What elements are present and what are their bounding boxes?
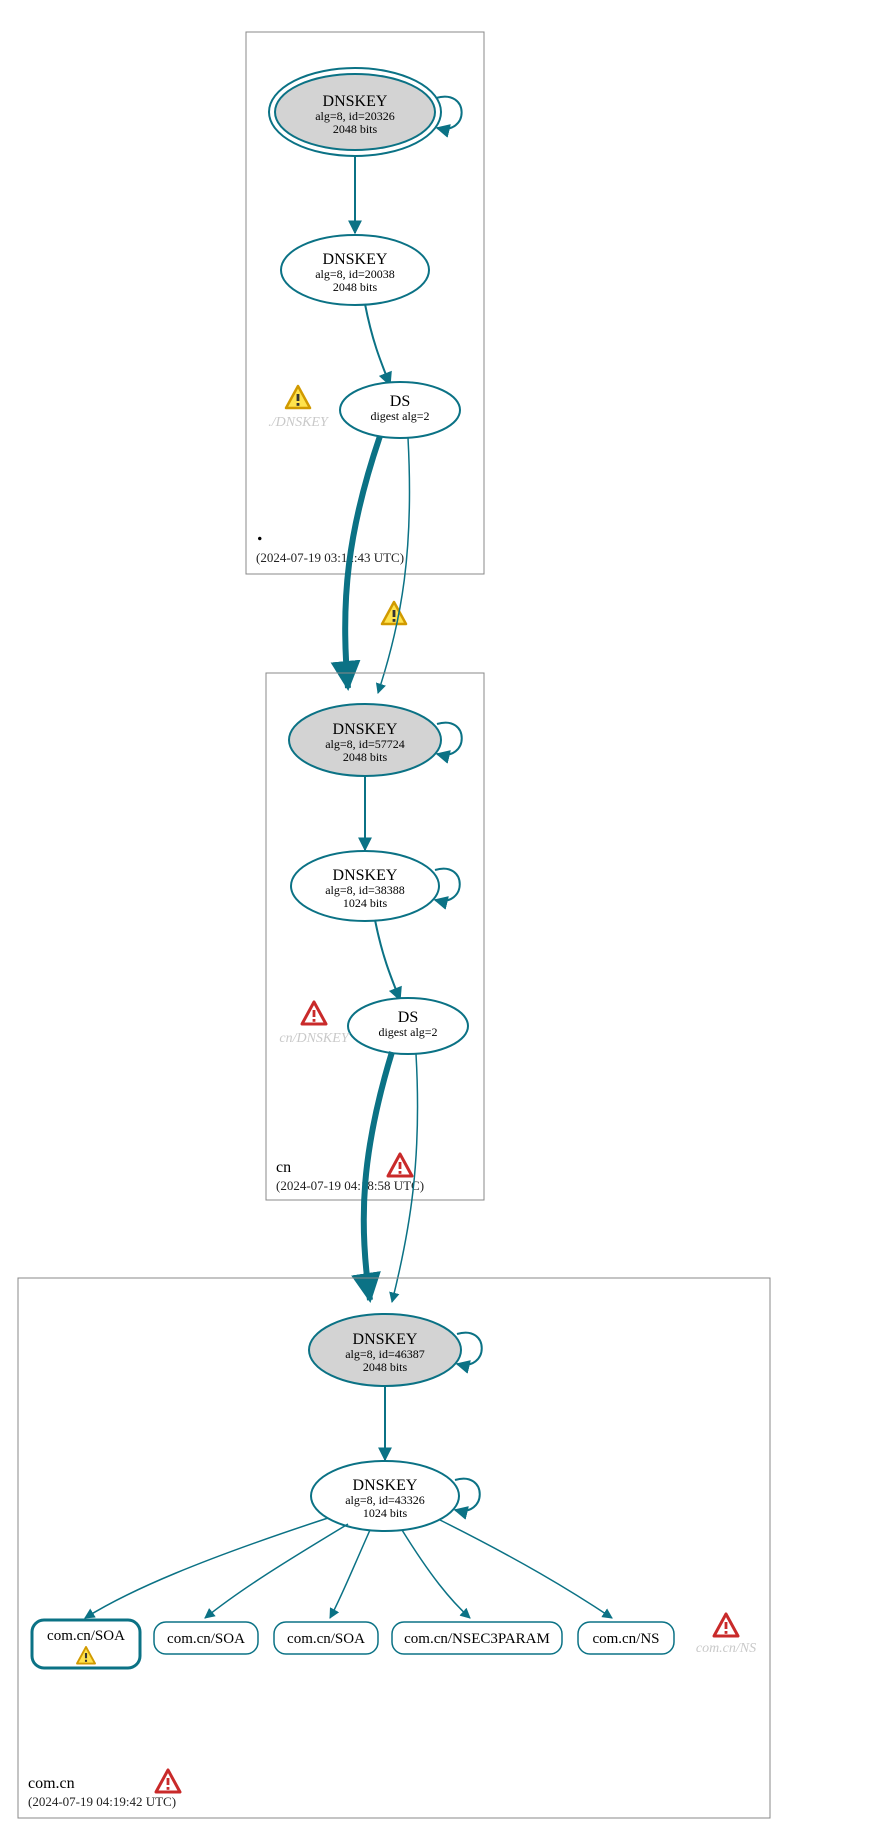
svg-text:DNSKEY: DNSKEY	[323, 251, 388, 268]
svg-text:DS: DS	[398, 1009, 418, 1026]
rrset-nsec3param: com.cn/NSEC3PARAM	[392, 1622, 562, 1654]
svg-text:DS: DS	[390, 393, 410, 410]
svg-text:alg=8, id=57724: alg=8, id=57724	[325, 737, 405, 751]
svg-text:alg=8, id=20038: alg=8, id=20038	[315, 267, 395, 281]
svg-text:2048 bits: 2048 bits	[333, 122, 378, 136]
node-root-ksk: DNSKEY alg=8, id=20326 2048 bits	[269, 68, 462, 156]
edge-cn-zsk-ds	[375, 920, 400, 1000]
node-cn-zsk: DNSKEY alg=8, id=38388 1024 bits	[291, 851, 460, 921]
node-root-ds: DS digest alg=2	[340, 382, 460, 438]
svg-text:1024 bits: 1024 bits	[363, 1506, 408, 1520]
zone-comcn-time: (2024-07-19 04:19:42 UTC)	[28, 1794, 176, 1809]
svg-text:1024 bits: 1024 bits	[343, 896, 388, 910]
svg-text:alg=8, id=38388: alg=8, id=38388	[325, 883, 405, 897]
rrset-soa-warn: com.cn/SOA	[32, 1620, 140, 1668]
svg-text:DNSKEY: DNSKEY	[333, 721, 398, 738]
svg-text:com.cn/NS: com.cn/NS	[592, 1631, 659, 1647]
zone-cn-name: cn	[276, 1159, 291, 1176]
node-root-zsk: DNSKEY alg=8, id=20038 2048 bits	[281, 235, 429, 305]
svg-text:2048 bits: 2048 bits	[363, 1360, 408, 1374]
zone-cn-time: (2024-07-19 04:18:58 UTC)	[276, 1178, 424, 1193]
svg-text:alg=8, id=46387: alg=8, id=46387	[345, 1347, 425, 1361]
svg-text:2048 bits: 2048 bits	[333, 280, 378, 294]
zone-comcn-name: com.cn	[28, 1775, 75, 1792]
svg-text:alg=8, id=20326: alg=8, id=20326	[315, 109, 395, 123]
node-comcn-zsk: DNSKEY alg=8, id=43326 1024 bits	[311, 1461, 480, 1531]
svg-text:DNSKEY: DNSKEY	[353, 1477, 418, 1494]
zone-root-name: .	[256, 514, 264, 547]
rrset-soa-1: com.cn/SOA	[154, 1622, 258, 1654]
svg-text:com.cn/NSEC3PARAM: com.cn/NSEC3PARAM	[404, 1631, 550, 1647]
node-cn-ksk: DNSKEY alg=8, id=57724 2048 bits	[289, 704, 462, 776]
rrset-soa-2: com.cn/SOA	[274, 1622, 378, 1654]
error-icon	[156, 1770, 180, 1792]
error-icon	[388, 1154, 412, 1176]
svg-text:digest alg=2: digest alg=2	[378, 1025, 437, 1039]
warning-icon	[286, 386, 310, 408]
ghost-cn: cn/DNSKEY	[279, 1031, 350, 1046]
svg-text:com.cn/SOA: com.cn/SOA	[47, 1628, 125, 1644]
svg-text:digest alg=2: digest alg=2	[370, 409, 429, 423]
svg-text:2048 bits: 2048 bits	[343, 750, 388, 764]
svg-text:com.cn/SOA: com.cn/SOA	[287, 1631, 365, 1647]
edge-root-zsk-ds	[365, 304, 390, 385]
zone-comcn: com.cn (2024-07-19 04:19:42 UTC) DNSKEY …	[18, 1278, 770, 1818]
error-icon	[714, 1614, 738, 1636]
error-icon	[302, 1002, 326, 1024]
ghost-comcn: com.cn/NS	[696, 1641, 756, 1656]
warning-icon	[382, 602, 406, 624]
node-cn-ds: DS digest alg=2	[348, 998, 468, 1054]
svg-text:DNSKEY: DNSKEY	[353, 1331, 418, 1348]
ghost-root: ./DNSKEY	[268, 415, 330, 430]
svg-text:alg=8, id=43326: alg=8, id=43326	[345, 1493, 425, 1507]
svg-text:DNSKEY: DNSKEY	[323, 93, 388, 110]
zone-root-time: (2024-07-19 03:12:43 UTC)	[256, 550, 404, 565]
svg-text:com.cn/SOA: com.cn/SOA	[167, 1631, 245, 1647]
dnsviz-diagram: . (2024-07-19 03:12:43 UTC) DNSKEY alg=8…	[0, 0, 875, 1842]
node-comcn-ksk: DNSKEY alg=8, id=46387 2048 bits	[309, 1314, 482, 1386]
rrset-ns: com.cn/NS	[578, 1622, 674, 1654]
svg-text:DNSKEY: DNSKEY	[333, 867, 398, 884]
